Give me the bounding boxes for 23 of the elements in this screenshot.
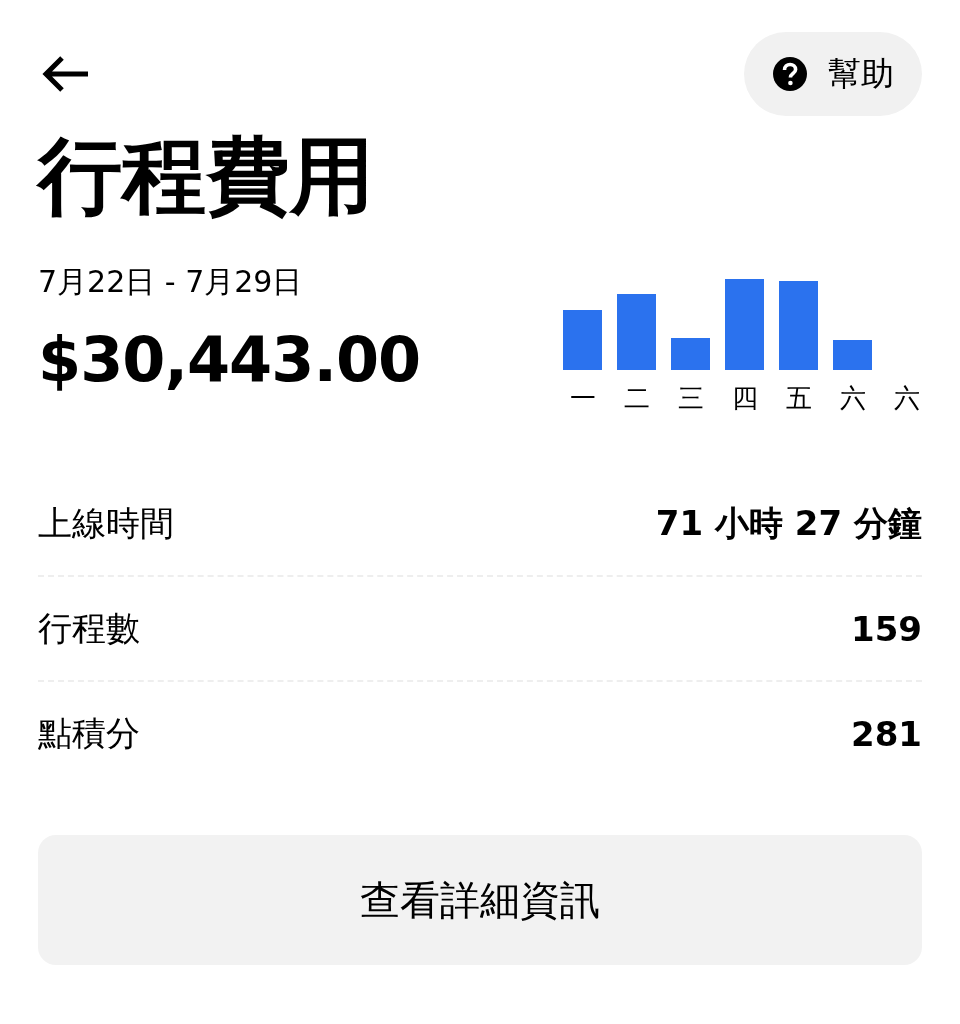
weekday-label: 一 [569, 382, 597, 415]
weekday-label: 三 [677, 382, 705, 415]
weekday-label: 六 [893, 382, 921, 415]
total-amount: $30,443.00 [38, 322, 421, 398]
help-button[interactable]: 幫助 [744, 32, 922, 116]
weekday-label: 六 [839, 382, 867, 415]
stat-value: 71 小時 27 分鐘 [655, 501, 922, 545]
stat-label: 行程數 [38, 606, 140, 650]
help-icon [772, 56, 808, 92]
page-title: 行程費用 [38, 126, 375, 226]
chart-bar [563, 310, 602, 370]
date-range: 7月22日 - 7月29日 [38, 263, 304, 301]
view-details-button[interactable]: 查看詳細資訊 [38, 835, 922, 965]
stat-value: 281 [851, 713, 922, 754]
weekday-label: 五 [785, 382, 813, 415]
chart-bar [833, 340, 872, 370]
back-arrow-icon[interactable] [40, 54, 90, 94]
stat-label: 點積分 [38, 711, 140, 755]
chart-bar [671, 338, 710, 370]
weekday-label: 四 [731, 382, 759, 415]
stat-value: 159 [851, 608, 922, 649]
stat-label: 上線時間 [38, 501, 174, 545]
weekday-label: 二 [623, 382, 651, 415]
